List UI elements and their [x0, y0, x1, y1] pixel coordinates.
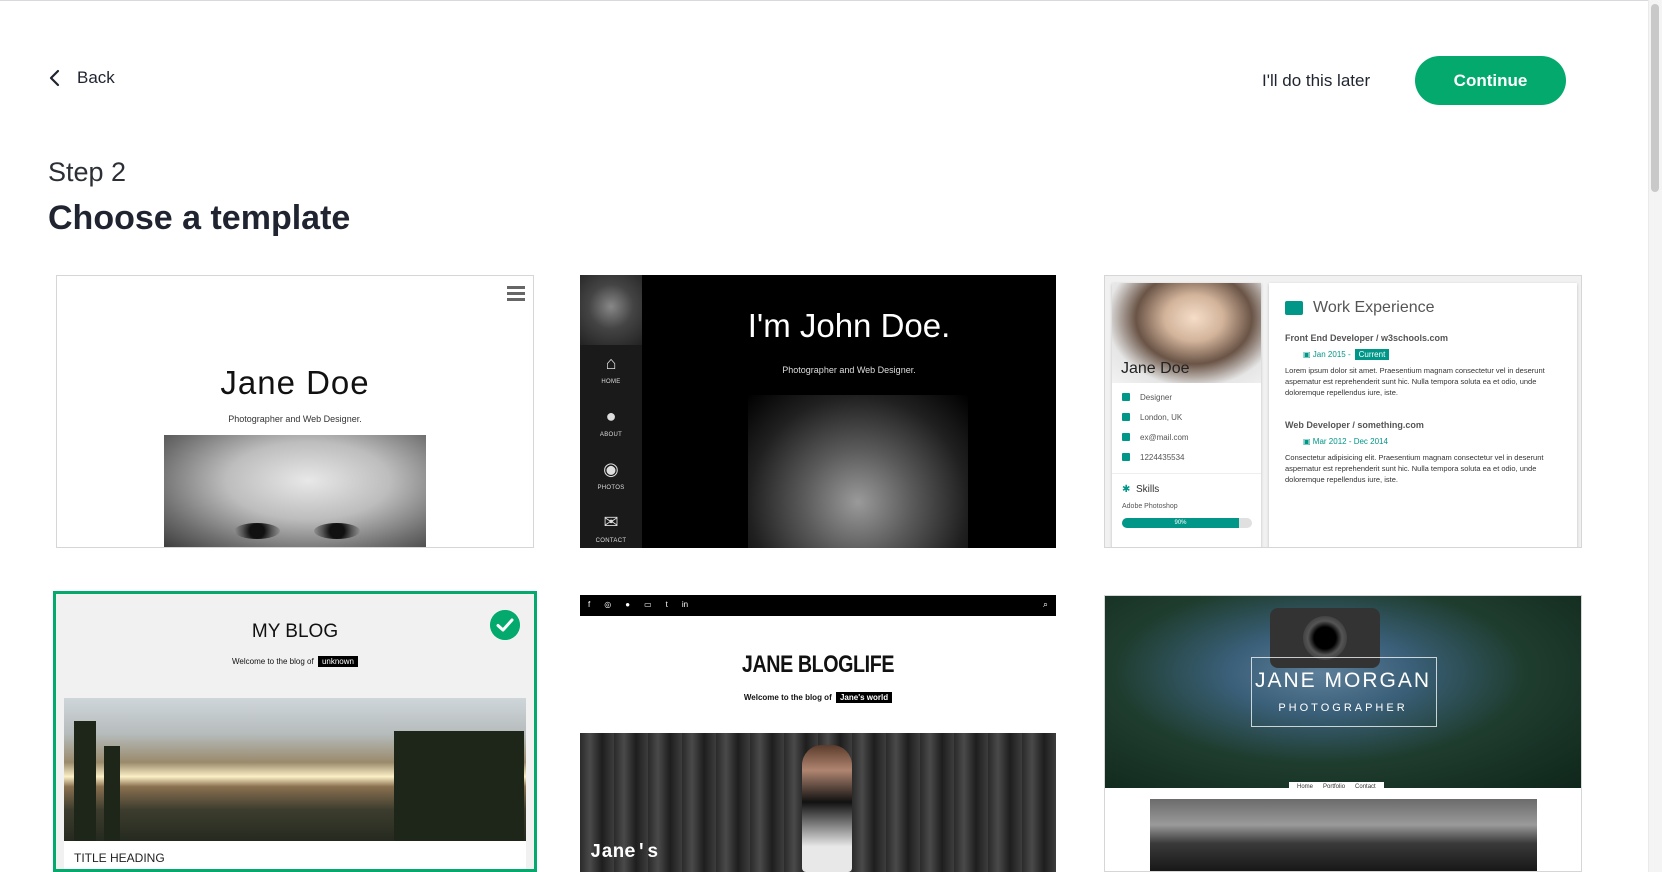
nav-photos: ◉ PHOTOS: [580, 459, 642, 491]
continue-button[interactable]: Continue: [1415, 56, 1566, 105]
section-title: Work Experience: [1313, 299, 1435, 316]
template-name: JANE MORGAN: [1254, 669, 1431, 692]
nav-about: ● ABOUT: [580, 406, 642, 438]
profile-panel: Jane Doe Designer London, UK ex@mail.com…: [1112, 283, 1261, 547]
profile-name: Jane Doe: [1121, 360, 1190, 377]
template-card-jane-doe[interactable]: Jane Doe Photographer and Web Designer.: [56, 275, 534, 548]
calendar-icon: ▣: [1303, 437, 1311, 446]
hero-caption: Jane's: [590, 841, 659, 863]
home-icon: ⌂: [605, 353, 617, 373]
seascape-image: [1150, 799, 1537, 871]
page-title: Choose a template: [48, 199, 351, 237]
template-subtitle: Photographer and Web Designer.: [782, 365, 916, 375]
skills-heading: ✱ Skills: [1112, 473, 1261, 499]
phone-icon: [1122, 453, 1130, 461]
step-label: Step 2: [48, 157, 127, 187]
title-heading: TITLE HEADING: [74, 851, 165, 865]
linkedin-icon: in: [681, 600, 689, 609]
top-border: [0, 0, 1662, 1]
template-card-jane-morgan[interactable]: JANE MORGAN PHOTOGRAPHER Home Portfolio Co…: [1104, 595, 1582, 872]
skill-name: Adobe Photoshop: [1122, 503, 1178, 510]
template-card-jane-bloglife[interactable]: f ◎ ● ▭ t in ⌕ JANE BLOGLIFE Welcome to …: [580, 595, 1056, 872]
template-subtitle: PHOTOGRAPHER: [1278, 702, 1408, 714]
do-later-link[interactable]: I'll do this later: [1262, 71, 1370, 91]
briefcase-icon: [1122, 393, 1130, 401]
home-icon: [1122, 413, 1130, 421]
facebook-icon: f: [588, 600, 591, 609]
nav-home: ⌂ HOME: [580, 353, 642, 385]
portrait-image: [748, 395, 968, 548]
hero-person: [802, 745, 852, 872]
sidebar: ⌂ HOME ● ABOUT ◉ PHOTOS ✉ CONTACT: [580, 275, 642, 548]
calendar-icon: ▣: [1303, 350, 1311, 359]
avatar: [580, 275, 642, 345]
profile-photo: Jane Doe: [1112, 283, 1261, 383]
template-card-resume[interactable]: Jane Doe Designer London, UK ex@mail.com…: [1104, 275, 1582, 548]
template-card-john-doe[interactable]: ⌂ HOME ● ABOUT ◉ PHOTOS ✉ CONTACT I'm John D…: [580, 275, 1056, 548]
suitcase-icon: [1285, 301, 1303, 315]
scrollbar-thumb[interactable]: [1651, 4, 1659, 192]
nav-contact: ✉ CONTACT: [580, 512, 642, 544]
twitter-icon: t: [665, 600, 668, 609]
search-icon: ⌕: [1042, 599, 1048, 609]
template-name: I'm John Doe.: [747, 307, 951, 344]
template-card-my-blog[interactable]: MY BLOG Welcome to the blog of unknown T…: [53, 591, 537, 872]
check-circle-icon: [490, 610, 520, 640]
envelope-icon: ✉: [603, 512, 619, 532]
template-menu: Home Portfolio Contact: [1289, 782, 1384, 792]
scrollbar[interactable]: [1648, 0, 1662, 872]
template-name: JANE BLOGLIFE: [741, 651, 895, 678]
profile-info: Designer London, UK ex@mail.com 12244355…: [1112, 387, 1261, 467]
eye-icon: ◉: [603, 459, 619, 479]
envelope-icon: [1122, 433, 1130, 441]
snapchat-icon: ●: [625, 600, 631, 609]
user-icon: ●: [605, 406, 617, 426]
template-name: MY BLOG: [251, 621, 339, 642]
chevron-left-icon: [49, 69, 60, 87]
back-button[interactable]: Back: [47, 68, 115, 88]
portrait-image: [164, 435, 426, 547]
skill-progress: 90%: [1122, 518, 1252, 528]
template-welcome: Welcome to the blog of Jane's world: [580, 692, 1056, 703]
hamburger-menu-icon: [507, 286, 525, 304]
flickr-icon: ▭: [644, 600, 652, 609]
back-label: Back: [77, 68, 115, 87]
template-name: Jane Doe: [220, 364, 370, 401]
instagram-icon: ◎: [604, 600, 612, 609]
template-welcome: Welcome to the blog of unknown: [56, 656, 534, 667]
job-entry: Front End Developer / w3schools.com ▣ Ja…: [1285, 333, 1545, 397]
landscape-image: [64, 698, 526, 841]
job-entry: Web Developer / something.com ▣ Mar 2012…: [1285, 420, 1544, 484]
work-panel: Work Experience Front End Developer / w3…: [1269, 283, 1577, 547]
template-subtitle: Photographer and Web Designer.: [228, 414, 362, 424]
social-bar: f ◎ ● ▭ t in ⌕: [580, 595, 1056, 616]
